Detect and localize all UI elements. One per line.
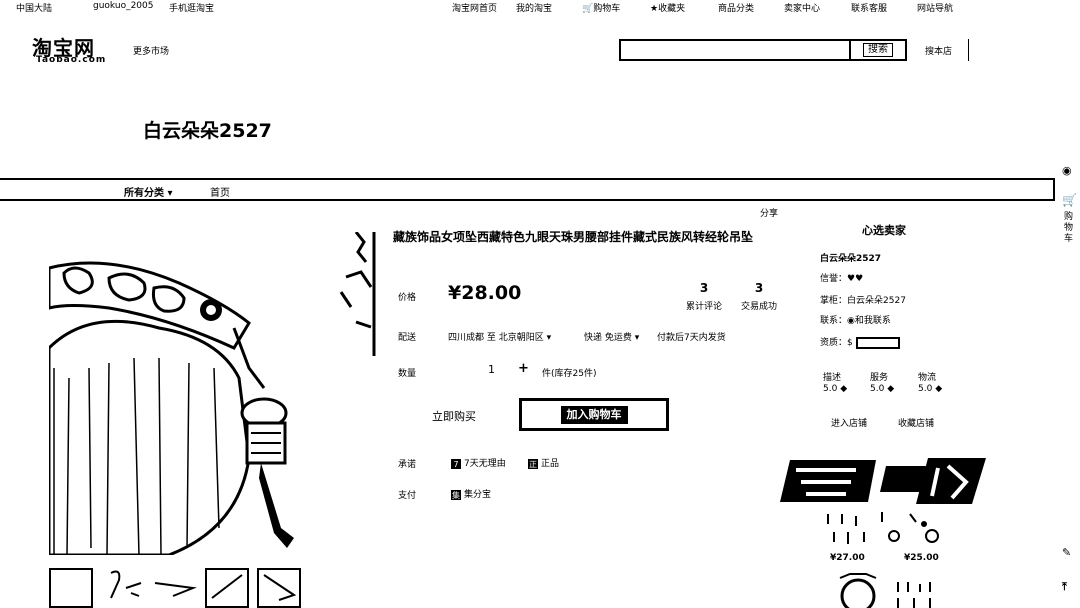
heart-icon: ♥♥ [847, 274, 864, 284]
my-taobao-link[interactable]: 我的淘宝 [516, 1, 552, 14]
promo-banner-graphic [780, 458, 986, 504]
divider [968, 39, 969, 61]
score-logistics-value: 5.0 ◆ [918, 384, 943, 394]
side-image-graphic [339, 231, 376, 356]
favorites-link[interactable]: ★收藏夹 [650, 1, 685, 14]
seller-credit: 信誉：♥♥ [820, 274, 864, 284]
thumbnail-1[interactable] [49, 568, 93, 608]
thumbnail-5[interactable] [257, 568, 301, 608]
score-logistics-label: 物流 [918, 373, 937, 383]
sales-count: 3 [754, 281, 764, 295]
rec-item-1-price: ¥27.00 [830, 553, 865, 563]
enter-shop-button[interactable]: 进入店铺 [831, 416, 867, 429]
seller-name[interactable]: 白云朵朵2527 [820, 251, 881, 264]
thumbnail-3-image [154, 582, 197, 597]
product-side-image [336, 231, 378, 356]
thumbnail-3[interactable] [153, 568, 197, 608]
top-bar: 中国大陆 guokuo_2005 手机逛淘宝 淘宝网首页 我的淘宝 🛒购物车 ★… [0, 0, 1080, 14]
rec-item-2-image [881, 512, 939, 543]
favorite-shop-button[interactable]: 收藏店铺 [898, 416, 934, 429]
categories-link[interactable]: 商品分类 [718, 1, 754, 14]
chat-icon: ◉ [847, 316, 855, 326]
delivery-label: 配送 [398, 333, 417, 343]
sitemap-link[interactable]: 网站导航 [917, 1, 953, 14]
rec-item-1[interactable] [826, 512, 878, 552]
quantity-plus-button[interactable]: + [518, 361, 529, 376]
sales-label: 交易成功 [740, 302, 777, 312]
thumbnail-2-image [110, 570, 142, 599]
price-label: 价格 [398, 293, 417, 303]
sidebar-edit-icon[interactable]: ✎ [1062, 546, 1071, 559]
store-name[interactable]: 白云朵朵2527 [143, 116, 272, 143]
product-main-image[interactable] [49, 228, 311, 555]
product-title: 藏族饰品女项坠西藏特色九眼天珠男腰部挂件藏式民族风转经轮吊坠 [393, 230, 754, 244]
buy-now-button[interactable]: 立即购买 [432, 408, 476, 424]
rec-item-1-image [827, 514, 865, 544]
nav-home[interactable]: 首页 [210, 184, 230, 199]
promise-7day[interactable]: 7 7天无理由 [451, 456, 506, 469]
home-link[interactable]: 淘宝网首页 [452, 1, 497, 14]
info-icon: $ [847, 338, 856, 348]
reviews-label: 累计评论 [685, 302, 722, 312]
search-button[interactable]: 搜索 [849, 39, 907, 61]
seller-shopkeeper: 掌柜：白云朵朵2527 [820, 296, 906, 306]
shipping-option[interactable]: 快递 免运费 ▾ [584, 330, 639, 343]
share-link[interactable]: 分享 [760, 206, 778, 219]
rec-item-3[interactable] [828, 572, 888, 608]
promise-label: 承诺 [398, 460, 417, 470]
back-to-top-icon[interactable]: ⤒ [1062, 580, 1067, 594]
promise-genuine[interactable]: 正正品 [528, 456, 559, 469]
delivery-route[interactable]: 四川成都 至 北京朝阳区 ▾ [448, 330, 551, 343]
sidebar-cart-label[interactable]: 购物车 [1064, 212, 1076, 245]
rec-item-2[interactable] [880, 508, 944, 552]
quantity-input[interactable]: 1 [488, 363, 495, 376]
payment-jifenbao[interactable]: 集集分宝 [451, 487, 491, 500]
reviews-count[interactable]: 3 [684, 281, 724, 295]
thumbnail-4[interactable] [205, 568, 249, 608]
score-desc-value: 5.0 ◆ [823, 384, 848, 394]
payment-label: 支付 [398, 491, 417, 501]
thumbnail-4-image [211, 574, 243, 599]
qualification-badge[interactable] [855, 336, 900, 349]
pendant-image [49, 228, 311, 555]
product-price: ¥28.00 [448, 282, 522, 304]
more-markets[interactable]: 更多市场 [133, 44, 169, 57]
sidebar-cart-icon[interactable]: 🛒 [1062, 193, 1077, 207]
region-selector[interactable]: 中国大陆 [16, 1, 52, 14]
seller-contact[interactable]: 联系：◉和我联系 [820, 313, 891, 326]
service-link[interactable]: 联系客服 [851, 1, 887, 14]
seller-qualification: 资质：$ [820, 335, 900, 349]
genuine-icon: 正 [528, 458, 538, 469]
mobile-link[interactable]: 手机逛淘宝 [169, 1, 214, 14]
taobao-logo-sub: Taobao.com [36, 55, 107, 65]
nav-all-categories[interactable]: 所有分类 ▾ [124, 184, 173, 199]
quantity-label: 数量 [398, 369, 417, 379]
thumbnail-2[interactable] [101, 568, 145, 608]
promo-banner[interactable] [776, 452, 988, 512]
rec-item-4[interactable] [894, 580, 940, 608]
score-service-label: 服务 [870, 373, 889, 383]
score-desc-label: 描述 [823, 373, 842, 383]
rec-item-4-image [897, 582, 931, 608]
jifenbao-icon: 集 [451, 489, 461, 500]
score-service-value: 5.0 ◆ [870, 384, 895, 394]
thumbnail-5-image [263, 574, 297, 601]
return-icon: 7 [451, 458, 461, 469]
username-link[interactable]: guokuo_2005 [93, 1, 153, 11]
sidebar-profile-icon[interactable]: ◉ [1062, 164, 1072, 177]
seller-center-link[interactable]: 卖家中心 [784, 1, 820, 14]
add-to-cart-button[interactable]: 加入购物车 [519, 398, 669, 431]
shipping-time: 付款后7天内发货 [657, 333, 726, 343]
stock-text: 件(库存25件) [542, 369, 597, 379]
cart-link[interactable]: 🛒购物车 [582, 1, 620, 14]
seller-panel-title: 心选卖家 [862, 224, 906, 237]
rec-item-2-price: ¥25.00 [904, 553, 939, 563]
search-input[interactable] [619, 39, 851, 61]
search-this-shop-button[interactable]: 搜本店 [925, 44, 952, 57]
rec-item-3-image [839, 573, 877, 608]
